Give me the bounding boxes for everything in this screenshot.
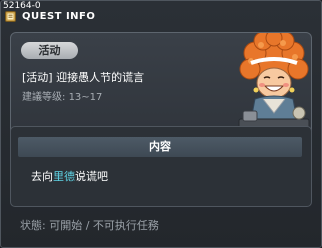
level-range: 13~17	[68, 92, 103, 103]
content-description: 去向里德说谎吧	[31, 170, 108, 184]
quest-status: 状態: 可開始 / 不可执行任務	[20, 219, 159, 232]
content-text-after: 说谎吧	[75, 170, 108, 183]
level-label: 建議等级:	[22, 92, 66, 103]
quest-info-window: 52164-0 QUEST INFO 活动 [活动] 迎接愚人节的谎言 建議等级…	[0, 0, 322, 248]
quest-summary-panel: 活动 [活动] 迎接愚人节的谎言 建議等级: 13~17	[10, 32, 312, 137]
window-title: QUEST INFO	[22, 11, 96, 22]
quest-book-icon	[5, 11, 16, 22]
quest-title: [活动] 迎接愚人节的谎言	[22, 71, 145, 84]
recommended-level: 建議等级: 13~17	[22, 91, 102, 104]
content-text-before: 去向	[31, 170, 53, 183]
npc-portrait	[238, 33, 310, 134]
title-bar[interactable]: QUEST INFO	[1, 9, 321, 25]
quest-category-badge: 活动	[21, 42, 78, 59]
npc-name-link[interactable]: 里德	[53, 170, 75, 183]
quest-content-panel: 内容 去向里德说谎吧	[10, 126, 312, 207]
content-header: 内容	[18, 137, 302, 157]
